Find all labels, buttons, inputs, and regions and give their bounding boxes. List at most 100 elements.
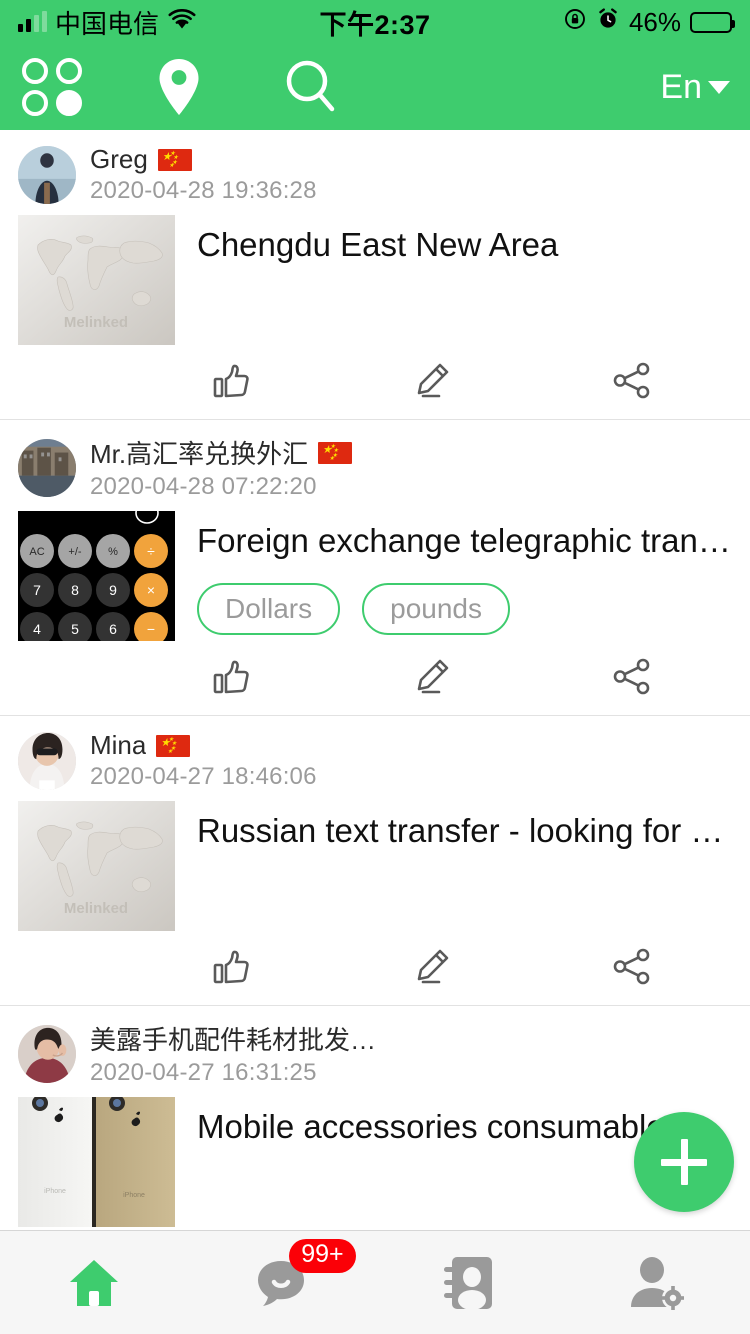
share-icon[interactable] bbox=[532, 359, 732, 403]
grid-circles-icon[interactable] bbox=[22, 58, 84, 116]
status-bar-right: 46% bbox=[563, 6, 735, 38]
status-bar: 中国电信 下午2:37 46% bbox=[0, 0, 750, 44]
china-flag-icon: ★ ★ ★ ★ ★ bbox=[157, 148, 192, 171]
svg-text:8: 8 bbox=[71, 582, 79, 598]
like-icon[interactable] bbox=[132, 359, 332, 403]
svg-text:5: 5 bbox=[71, 621, 79, 637]
share-icon[interactable] bbox=[532, 655, 732, 699]
like-icon[interactable] bbox=[132, 655, 332, 699]
svg-text:%: % bbox=[108, 546, 118, 558]
post-author-name: Mina bbox=[90, 730, 147, 760]
post-body: Melinked Chengdu East New Area bbox=[0, 215, 750, 345]
post-header: Mr.高汇率兑换外汇 ★ ★ ★ ★ ★ 2020-04-28 07:22:20 bbox=[0, 420, 750, 511]
avatar[interactable] bbox=[18, 1024, 76, 1083]
svg-text:Melinked: Melinked bbox=[64, 314, 128, 331]
battery-percent-label: 46% bbox=[628, 6, 681, 37]
post-actions bbox=[0, 641, 750, 715]
post-title[interactable]: Chengdu East New Area bbox=[197, 225, 734, 265]
bottom-tab-bar: 99+ bbox=[0, 1230, 750, 1334]
search-icon[interactable] bbox=[282, 57, 340, 117]
alarm-clock-icon bbox=[596, 7, 620, 38]
create-post-fab[interactable] bbox=[634, 1112, 734, 1212]
share-icon[interactable] bbox=[532, 945, 732, 989]
contact-book-icon bbox=[443, 1256, 492, 1310]
avatar[interactable] bbox=[18, 438, 76, 497]
post-header: Greg ★ ★ ★ ★ ★ 2020-04-28 19:36:28 bbox=[0, 130, 750, 215]
post-meta: Mina ★ ★ ★ ★ ★ 2020-04-27 18:46:06 bbox=[90, 730, 317, 791]
post-author-name: Greg bbox=[90, 144, 148, 174]
post-author-name: 美露手机配件耗材批发… bbox=[90, 1025, 377, 1055]
post-meta: Greg ★ ★ ★ ★ ★ 2020-04-28 19:36:28 bbox=[90, 144, 317, 205]
post-author-name: Mr.高汇率兑换外汇 bbox=[90, 439, 309, 469]
post-author-row: Greg ★ ★ ★ ★ ★ bbox=[90, 144, 317, 175]
post-tag[interactable]: Dollars bbox=[197, 582, 341, 635]
post-content: Chengdu East New Area bbox=[197, 215, 734, 345]
svg-text:AC: AC bbox=[29, 546, 44, 558]
home-icon bbox=[69, 1259, 118, 1306]
post-author-row: 美露手机配件耗材批发… bbox=[90, 1020, 376, 1057]
user-settings-icon bbox=[631, 1256, 685, 1310]
post-item[interactable]: Mr.高汇率兑换外汇 ★★★★★ 2020-04-28 07:22:20 bbox=[0, 420, 750, 716]
post-thumbnail[interactable]: AC +/-% ÷ × − 7 8 9 4 5 6 bbox=[18, 511, 175, 641]
post-meta: 美露手机配件耗材批发… 2020-04-27 16:31:25 bbox=[90, 1020, 376, 1087]
svg-text:Melinked: Melinked bbox=[64, 900, 128, 917]
post-author-row: Mina ★ ★ ★ ★ ★ bbox=[90, 730, 317, 761]
post-tag[interactable]: pounds bbox=[362, 582, 511, 635]
post-body: AC +/-% ÷ × − 7 8 9 4 5 6 Foreign exchange tele… bbox=[0, 511, 750, 641]
post-item[interactable]: 美露手机配件耗材批发… 2020-04-27 16:31:25 iPhone i… bbox=[0, 1006, 750, 1230]
avatar[interactable] bbox=[18, 731, 76, 790]
post-thumbnail[interactable]: iPhone iPhone bbox=[18, 1097, 175, 1227]
post-item[interactable]: Greg ★ ★ ★ ★ ★ 2020-04-28 19:36:28 Melin… bbox=[0, 130, 750, 420]
post-timestamp: 2020-04-28 19:36:28 bbox=[90, 177, 317, 204]
language-label: En bbox=[660, 67, 702, 106]
like-icon[interactable] bbox=[132, 945, 332, 989]
post-thumbnail[interactable]: Melinked bbox=[18, 215, 175, 345]
tab-profile[interactable] bbox=[563, 1231, 750, 1334]
svg-text:÷: ÷ bbox=[147, 543, 155, 559]
rotation-lock-icon bbox=[563, 7, 587, 38]
svg-text:iPhone: iPhone bbox=[44, 1188, 66, 1195]
post-body: Melinked Russian text transfer - looking… bbox=[0, 801, 750, 931]
battery-icon bbox=[690, 11, 735, 33]
tab-messages[interactable]: 99+ bbox=[188, 1231, 376, 1334]
location-pin-icon[interactable] bbox=[152, 56, 206, 118]
china-flag-icon: ★ ★ ★ ★ ★ bbox=[156, 734, 191, 757]
tab-contacts[interactable] bbox=[375, 1231, 563, 1334]
post-timestamp: 2020-04-28 07:22:20 bbox=[90, 473, 317, 500]
message-badge: 99+ bbox=[289, 1239, 356, 1273]
svg-text:6: 6 bbox=[109, 621, 117, 637]
post-title[interactable]: Russian text transfer - looking for a... bbox=[197, 811, 734, 851]
post-timestamp: 2020-04-27 18:46:06 bbox=[90, 763, 317, 790]
svg-text:+/-: +/- bbox=[68, 546, 81, 558]
svg-text:9: 9 bbox=[109, 582, 117, 598]
post-item[interactable]: Mina ★ ★ ★ ★ ★ 2020-04-27 18:46:06 Melin… bbox=[0, 716, 750, 1006]
svg-text:7: 7 bbox=[33, 582, 41, 598]
app-root: 中国电信 下午2:37 46% En Greg ★ ★ ★ ★ ★ 2020-0… bbox=[0, 0, 750, 1334]
language-selector[interactable]: En bbox=[660, 68, 730, 107]
plus-icon-vertical bbox=[680, 1139, 688, 1185]
svg-text:4: 4 bbox=[33, 621, 41, 637]
post-header: 美露手机配件耗材批发… 2020-04-27 16:31:25 bbox=[0, 1006, 750, 1097]
svg-text:−: − bbox=[147, 621, 155, 637]
avatar[interactable] bbox=[18, 145, 76, 204]
app-header: En bbox=[0, 44, 750, 130]
china-flag-icon: ★ ★ ★ ★ ★ bbox=[318, 441, 353, 464]
tab-home[interactable] bbox=[0, 1231, 188, 1334]
svg-text:×: × bbox=[147, 582, 155, 598]
svg-text:iPhone: iPhone bbox=[123, 1192, 145, 1199]
post-content: Russian text transfer - looking for a... bbox=[197, 801, 734, 931]
post-title[interactable]: Foreign exchange telegraphic trans... bbox=[197, 521, 734, 561]
edit-icon[interactable] bbox=[332, 945, 532, 989]
edit-icon[interactable] bbox=[332, 655, 532, 699]
edit-icon[interactable] bbox=[332, 359, 532, 403]
post-tags: Dollars pounds bbox=[197, 582, 734, 635]
post-timestamp: 2020-04-27 16:31:25 bbox=[90, 1059, 317, 1086]
post-header: Mina ★ ★ ★ ★ ★ 2020-04-27 18:46:06 bbox=[0, 716, 750, 801]
post-content: Foreign exchange telegraphic trans... Do… bbox=[197, 511, 734, 641]
post-author-row: Mr.高汇率兑换外汇 ★ ★ ★ ★ ★ bbox=[90, 434, 353, 471]
post-actions bbox=[0, 931, 750, 1005]
post-actions bbox=[0, 345, 750, 419]
post-feed[interactable]: Greg ★ ★ ★ ★ ★ 2020-04-28 19:36:28 Melin… bbox=[0, 130, 750, 1230]
post-thumbnail[interactable]: Melinked bbox=[18, 801, 175, 931]
post-meta: Mr.高汇率兑换外汇 ★ ★ ★ ★ ★ 2020-04-28 07:22:20 bbox=[90, 434, 353, 501]
